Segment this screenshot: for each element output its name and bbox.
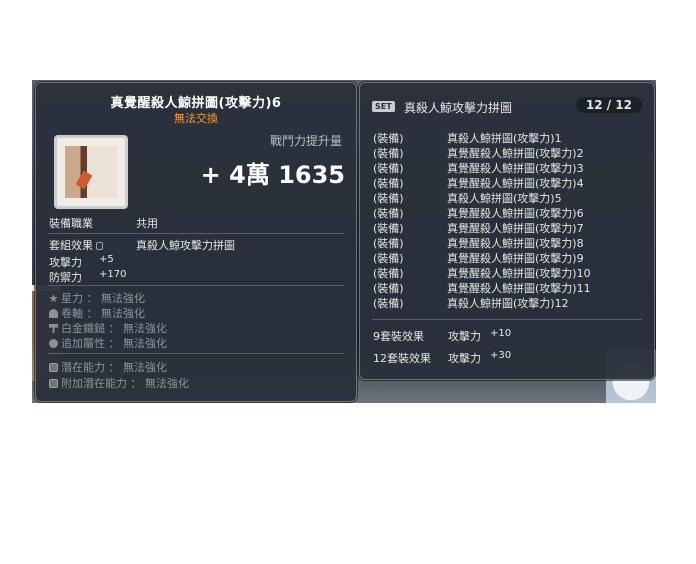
piece-name: 真覺醒殺人鯨拼圖(攻擊力)2 <box>447 147 584 160</box>
set-piece-row: (裝備) 真覺醒殺人鯨拼圖(攻擊力)10 <box>373 265 591 281</box>
stat-label-defense: 防禦力 <box>49 271 82 284</box>
job-value: 共用 <box>136 217 158 230</box>
stat-value-attack: +5 <box>99 254 114 265</box>
potential-value: 無法強化 <box>123 361 167 374</box>
divider <box>48 233 344 234</box>
piece-name: 真覺醒殺人鯨拼圖(攻擊力)8 <box>447 237 584 250</box>
stat-label-attack: 攻擊力 <box>49 256 82 269</box>
set-effect-stat-12: 攻擊力 <box>448 352 481 365</box>
piece-name: 真覺醒殺人鯨拼圖(攻擊力)6 <box>447 207 584 220</box>
piece-name: 真覺醒殺人鯨拼圖(攻擊力)9 <box>447 252 584 265</box>
piece-tag: (裝備) <box>373 162 404 175</box>
item-name: 真覺醒殺人鯨拼圖(攻擊力)6 <box>110 96 282 111</box>
piece-name: 真覺醒殺人鯨拼圖(攻擊力)7 <box>447 222 584 235</box>
set-name: 真殺人鯨攻擊力拼圖 <box>404 101 513 115</box>
enhance-row-bonus-stat: 追加屬性 ： 無法強化 <box>49 335 167 351</box>
bonus-stat-icon <box>49 339 58 348</box>
combat-power-value: + 4萬 1635 <box>200 161 345 189</box>
set-piece-row: (裝備) 真殺人鯨拼圖(攻擊力)12 <box>373 295 569 311</box>
potential-label: 潛在能力 <box>61 361 105 374</box>
set-piece-row: (裝備) 真覺醒殺人鯨拼圖(攻擊力)6 <box>373 205 584 221</box>
set-piece-row: (裝備) 真覺醒殺人鯨拼圖(攻擊力)11 <box>373 280 591 296</box>
enhance-row-scroll: 卷軸 ： 無法強化 <box>49 305 145 321</box>
set-tooltip: SET 真殺人鯨攻擊力拼圖 12 / 12 (裝備) 真殺人鯨拼圖(攻擊力)1 (… <box>359 82 655 380</box>
scroll-icon <box>49 309 58 318</box>
set-effect-label-9: 9套裝效果 <box>373 330 424 343</box>
enhance-value: 無法強化 <box>123 322 167 335</box>
set-piece-row: (裝備) 真殺人鯨拼圖(攻擊力)1 <box>373 130 562 146</box>
enhance-value: 無法強化 <box>123 337 167 350</box>
combat-power-label: 戰鬥力提升量 <box>269 134 342 148</box>
enhance-label: 追加屬性 <box>61 337 105 350</box>
additional-potential-icon <box>49 379 58 388</box>
divider <box>48 353 344 354</box>
piece-name: 真殺人鯨拼圖(攻擊力)1 <box>447 132 562 145</box>
set-badge: SET <box>372 101 395 112</box>
divider <box>48 285 344 286</box>
item-image <box>54 135 128 209</box>
potential-icon <box>49 363 58 372</box>
piece-tag: (裝備) <box>373 282 404 295</box>
piece-name: 真殺人鯨拼圖(攻擊力)12 <box>447 297 569 310</box>
puzzle-piece-image <box>65 146 117 198</box>
piece-name: 真覺醒殺人鯨拼圖(攻擊力)11 <box>447 282 591 295</box>
lock-icon <box>96 242 103 250</box>
potential-value: 無法強化 <box>145 377 189 390</box>
piece-name: 真殺人鯨拼圖(攻擊力)5 <box>447 192 562 205</box>
set-effect-value-9: +10 <box>490 328 512 339</box>
item-tooltip: 真覺醒殺人鯨拼圖(攻擊力)6 無法交換 戰鬥力提升量 + 4萬 1635 裝備職… <box>35 82 357 402</box>
enhance-row-starforce: 星力 ： 無法強化 <box>49 290 145 306</box>
set-effect-label-text: 套組效果 <box>49 239 93 252</box>
enhance-label: 星力 <box>61 292 83 305</box>
piece-tag: (裝備) <box>373 177 404 190</box>
set-effect-label-12: 12套裝效果 <box>373 352 431 365</box>
piece-tag: (裝備) <box>373 267 404 280</box>
set-effect-value-12: +30 <box>490 350 512 361</box>
set-piece-row: (裝備) 真覺醒殺人鯨拼圖(攻擊力)7 <box>373 220 584 236</box>
piece-tag: (裝備) <box>373 207 404 220</box>
piece-tag: (裝備) <box>373 132 404 145</box>
additional-potential-row: 附加潛在能力 ： 無法強化 <box>49 375 189 391</box>
set-effect-stat-9: 攻擊力 <box>448 330 481 343</box>
set-piece-row: (裝備) 真覺醒殺人鯨拼圖(攻擊力)9 <box>373 250 584 266</box>
star-icon <box>49 294 58 303</box>
piece-tag: (裝備) <box>373 147 404 160</box>
trade-status: 無法交換 <box>174 112 218 125</box>
set-effect-value: 真殺人鯨攻擊力拼圖 <box>136 239 235 252</box>
enhance-value: 無法強化 <box>101 307 145 320</box>
enhance-label: 卷軸 <box>61 307 83 320</box>
set-piece-row: (裝備) 真覺醒殺人鯨拼圖(攻擊力)3 <box>373 160 584 176</box>
set-piece-row: (裝備) 真覺醒殺人鯨拼圖(攻擊力)8 <box>373 235 584 251</box>
piece-name: 真覺醒殺人鯨拼圖(攻擊力)4 <box>447 177 584 190</box>
piece-tag: (裝備) <box>373 237 404 250</box>
piece-name: 真覺醒殺人鯨拼圖(攻擊力)3 <box>447 162 584 175</box>
potential-label: 附加潛在能力 <box>61 377 127 390</box>
set-piece-count: 12 / 12 <box>575 97 642 113</box>
set-piece-row: (裝備) 真覺醒殺人鯨拼圖(攻擊力)2 <box>373 145 584 161</box>
piece-tag: (裝備) <box>373 192 404 205</box>
hammer-icon <box>49 324 58 333</box>
enhance-row-hammer: 白金鐵鎚 ： 無法強化 <box>49 320 167 336</box>
divider <box>372 319 642 320</box>
set-effect-label: 套組效果 <box>49 237 103 253</box>
enhance-label: 白金鐵鎚 <box>61 322 105 335</box>
set-piece-row: (裝備) 真覺醒殺人鯨拼圖(攻擊力)4 <box>373 175 584 191</box>
piece-name: 真覺醒殺人鯨拼圖(攻擊力)10 <box>447 267 591 280</box>
piece-tag: (裝備) <box>373 252 404 265</box>
potential-row: 潛在能力 ： 無法強化 <box>49 359 167 375</box>
piece-tag: (裝備) <box>373 222 404 235</box>
piece-tag: (裝備) <box>373 297 404 310</box>
enhance-value: 無法強化 <box>101 292 145 305</box>
set-piece-row: (裝備) 真殺人鯨拼圖(攻擊力)5 <box>373 190 562 206</box>
job-label: 裝備職業 <box>49 217 93 230</box>
stat-value-defense: +170 <box>99 269 127 280</box>
